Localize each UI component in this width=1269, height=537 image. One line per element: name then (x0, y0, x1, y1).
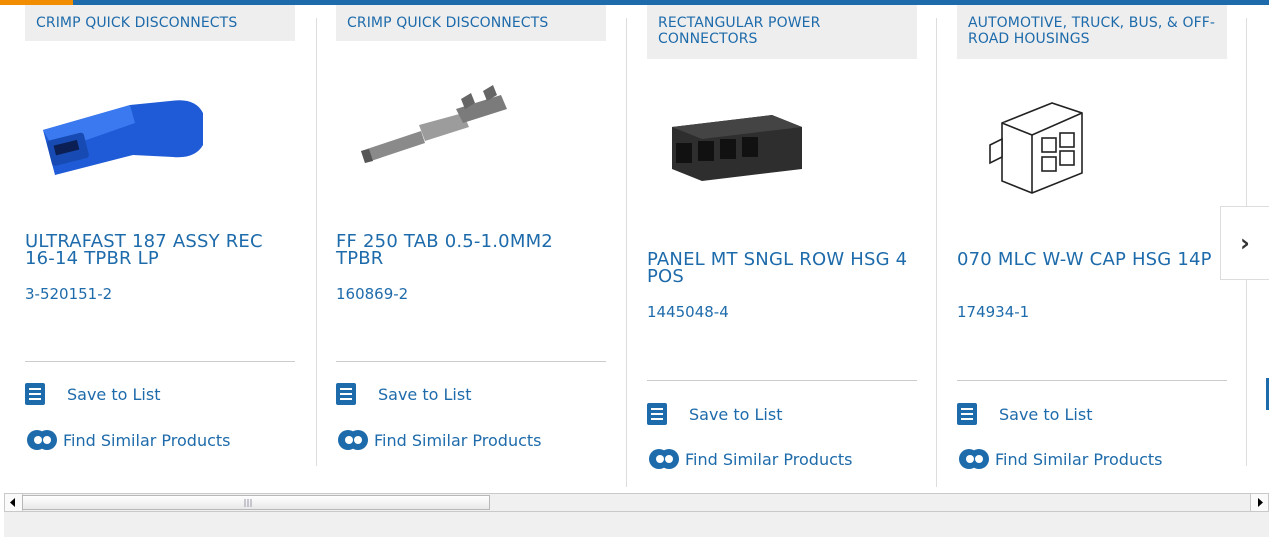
product-card: CRIMP QUICK DISCONNECTS ULTRAFAST 187 AS… (25, 5, 295, 450)
find-similar-button[interactable]: Find Similar Products (336, 429, 542, 451)
status-area (4, 512, 1269, 537)
list-icon (957, 403, 977, 425)
find-similar-icon (27, 430, 57, 450)
product-card: RECTANGULAR POWER CONNECTORS PANEL MT SN… (647, 5, 917, 469)
find-similar-icon (959, 449, 989, 469)
product-image[interactable] (35, 75, 205, 185)
product-image[interactable] (351, 73, 521, 183)
scroll-left-arrow[interactable] (5, 494, 23, 511)
card-separator (647, 380, 917, 381)
part-number[interactable]: 3-520151-2 (25, 285, 112, 303)
product-carousel: CRIMP QUICK DISCONNECTS ULTRAFAST 187 AS… (0, 5, 1269, 487)
list-icon (336, 383, 356, 405)
grip-icon (244, 499, 252, 507)
product-image[interactable] (982, 93, 1152, 203)
card-separator (336, 361, 606, 362)
product-title[interactable]: 070 MLC W-W CAP HSG 14P (957, 251, 1225, 269)
category-label[interactable]: RECTANGULAR POWER CONNECTORS (647, 5, 917, 59)
card-separator (957, 380, 1227, 381)
product-image[interactable] (662, 87, 832, 197)
product-card: AUTOMOTIVE, TRUCK, BUS, & OFF-ROAD HOUSI… (957, 5, 1227, 469)
horizontal-scrollbar[interactable] (4, 493, 1269, 512)
list-icon (647, 403, 667, 425)
find-similar-button[interactable]: Find Similar Products (957, 448, 1163, 470)
save-to-list-button[interactable]: Save to List (25, 383, 160, 405)
scroll-right-arrow[interactable] (1250, 494, 1268, 511)
product-title[interactable]: PANEL MT SNGL ROW HSG 4 POS (647, 251, 915, 286)
triangle-left-icon (10, 498, 15, 507)
card-divider (316, 18, 317, 466)
part-number[interactable]: 160869-2 (336, 285, 408, 303)
category-label[interactable]: CRIMP QUICK DISCONNECTS (336, 5, 606, 41)
find-similar-icon (649, 449, 679, 469)
carousel-next-button[interactable]: › (1220, 206, 1269, 280)
product-title[interactable]: ULTRAFAST 187 ASSY REC 16-14 TPBR LP (25, 233, 293, 268)
product-card: CRIMP QUICK DISCONNECTS FF 250 TAB 0.5-1… (336, 5, 606, 450)
card-divider (936, 18, 937, 487)
save-to-list-button[interactable]: Save to List (957, 403, 1092, 425)
part-number[interactable]: 174934-1 (957, 303, 1029, 321)
find-similar-icon (338, 430, 368, 450)
category-label[interactable]: AUTOMOTIVE, TRUCK, BUS, & OFF-ROAD HOUSI… (957, 5, 1227, 59)
product-title[interactable]: FF 250 TAB 0.5-1.0MM2 TPBR (336, 233, 604, 268)
chevron-right-icon: › (1240, 229, 1250, 257)
list-icon (25, 383, 45, 405)
part-number[interactable]: 1445048-4 (647, 303, 729, 321)
save-to-list-button[interactable]: Save to List (336, 383, 471, 405)
triangle-right-icon (1258, 498, 1263, 507)
scrollbar-thumb[interactable] (22, 495, 490, 510)
find-similar-button[interactable]: Find Similar Products (25, 429, 231, 451)
find-similar-button[interactable]: Find Similar Products (647, 448, 853, 470)
save-to-list-button[interactable]: Save to List (647, 403, 782, 425)
category-label[interactable]: CRIMP QUICK DISCONNECTS (25, 5, 295, 41)
card-separator (25, 361, 295, 362)
card-divider (626, 18, 627, 487)
